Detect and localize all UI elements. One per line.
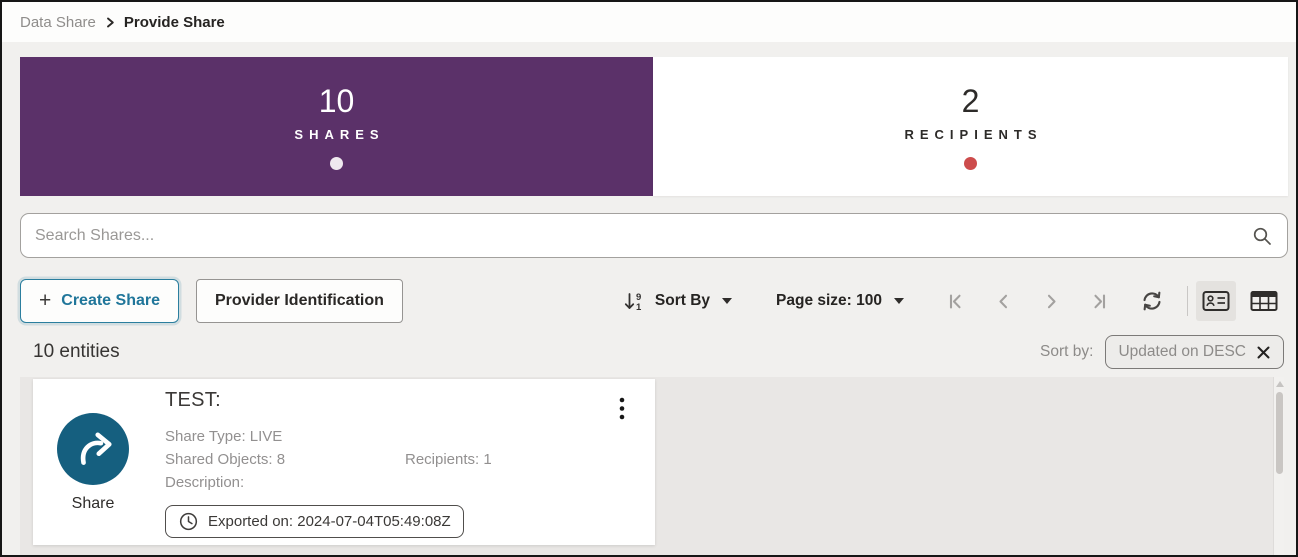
search-input[interactable]: [35, 227, 1251, 245]
breadcrumb: Data Share Provide Share: [2, 2, 1296, 42]
shared-objects: Shared Objects: 8: [165, 448, 405, 471]
chevron-down-icon: [894, 298, 904, 304]
provider-identification-button[interactable]: Provider Identification: [196, 279, 403, 323]
exported-on-badge: Exported on: 2024-07-04T05:49:08Z: [165, 505, 464, 538]
exported-on-text: Exported on: 2024-07-04T05:49:08Z: [208, 513, 451, 530]
data-share-page: Data Share Provide Share 10 SHARES 2 REC…: [0, 0, 1298, 557]
description: Description:: [165, 471, 244, 494]
table-view-icon: [1250, 290, 1278, 312]
kebab-icon: [619, 397, 625, 421]
list-header: 10 entities Sort by: Updated on DESC: [20, 333, 1284, 371]
shares-indicator-dot: [330, 157, 343, 170]
recipients-tile[interactable]: 2 RECIPIENTS: [653, 57, 1288, 196]
sort-by-label: Sort By: [655, 292, 710, 310]
refresh-icon: [1141, 290, 1163, 312]
summary-tiles: 10 SHARES 2 RECIPIENTS: [20, 57, 1288, 196]
share-arrow-icon: [72, 429, 114, 469]
actions-toolbar: + Create Share Provider Identification 9…: [20, 278, 1284, 324]
recipients: Recipients: 1: [405, 448, 492, 471]
share-card[interactable]: Share TEST: Share Type: LIVE Shared Obje…: [33, 379, 655, 545]
shares-tile[interactable]: 10 SHARES: [20, 57, 653, 196]
card-view-icon: [1202, 290, 1230, 312]
pagination: [946, 292, 1109, 311]
shares-label: SHARES: [288, 127, 384, 142]
share-title: TEST:: [165, 389, 221, 412]
card-menu-button[interactable]: [615, 393, 629, 425]
description-row: Description:: [165, 471, 635, 494]
page-size-dropdown[interactable]: Page size: 100: [776, 292, 904, 310]
search-icon[interactable]: [1251, 225, 1273, 247]
plus-icon: +: [39, 291, 51, 311]
sort-chip-label: Updated on DESC: [1118, 343, 1246, 361]
search-bar: [20, 213, 1288, 258]
recipients-count: 2: [962, 84, 980, 118]
sort-by-dropdown[interactable]: 9 1 Sort By: [623, 290, 732, 313]
chevron-down-icon: [722, 298, 732, 304]
toolbar-divider: [1187, 286, 1188, 316]
create-share-label: Create Share: [61, 292, 160, 310]
first-page-button[interactable]: [946, 292, 965, 311]
share-metadata: Share Type: LIVE Shared Objects: 8 Recip…: [165, 425, 635, 494]
sort-icon: 9 1: [623, 290, 646, 313]
scrollbar-up-arrow[interactable]: [1276, 381, 1284, 387]
recipients-label: RECIPIENTS: [898, 127, 1042, 142]
chevron-right-icon: [105, 16, 115, 29]
card-view-toggle[interactable]: [1196, 281, 1236, 321]
sort-by-caption: Sort by:: [1040, 343, 1093, 361]
breadcrumb-data-share[interactable]: Data Share: [20, 14, 96, 31]
share-badge-label: Share: [33, 495, 153, 513]
provider-identification-label: Provider Identification: [215, 292, 384, 310]
breadcrumb-provide-share: Provide Share: [124, 14, 225, 31]
clock-icon: [178, 511, 199, 532]
last-page-button[interactable]: [1090, 292, 1109, 311]
entity-count: 10 entities: [33, 341, 120, 363]
scrollbar-thumb[interactable]: [1276, 392, 1283, 474]
previous-page-button[interactable]: [994, 292, 1013, 311]
shares-list: Share TEST: Share Type: LIVE Shared Obje…: [20, 377, 1284, 555]
sort-order-chip: Updated on DESC: [1105, 335, 1284, 369]
scrollbar-track: [1273, 377, 1284, 555]
create-share-button[interactable]: + Create Share: [20, 279, 179, 323]
shares-count: 10: [319, 84, 355, 118]
recipients-indicator-dot: [964, 157, 977, 170]
svg-text:1: 1: [636, 302, 642, 313]
share-avatar: [57, 413, 129, 485]
page-size-label: Page size: 100: [776, 292, 882, 310]
table-view-toggle[interactable]: [1244, 281, 1284, 321]
share-type: Share Type: LIVE: [165, 425, 282, 448]
refresh-button[interactable]: [1141, 290, 1163, 312]
next-page-button[interactable]: [1042, 292, 1061, 311]
shared-objects-row: Shared Objects: 8 Recipients: 1: [165, 448, 635, 471]
remove-sort-icon[interactable]: [1256, 345, 1271, 360]
share-type-row: Share Type: LIVE: [165, 425, 635, 448]
